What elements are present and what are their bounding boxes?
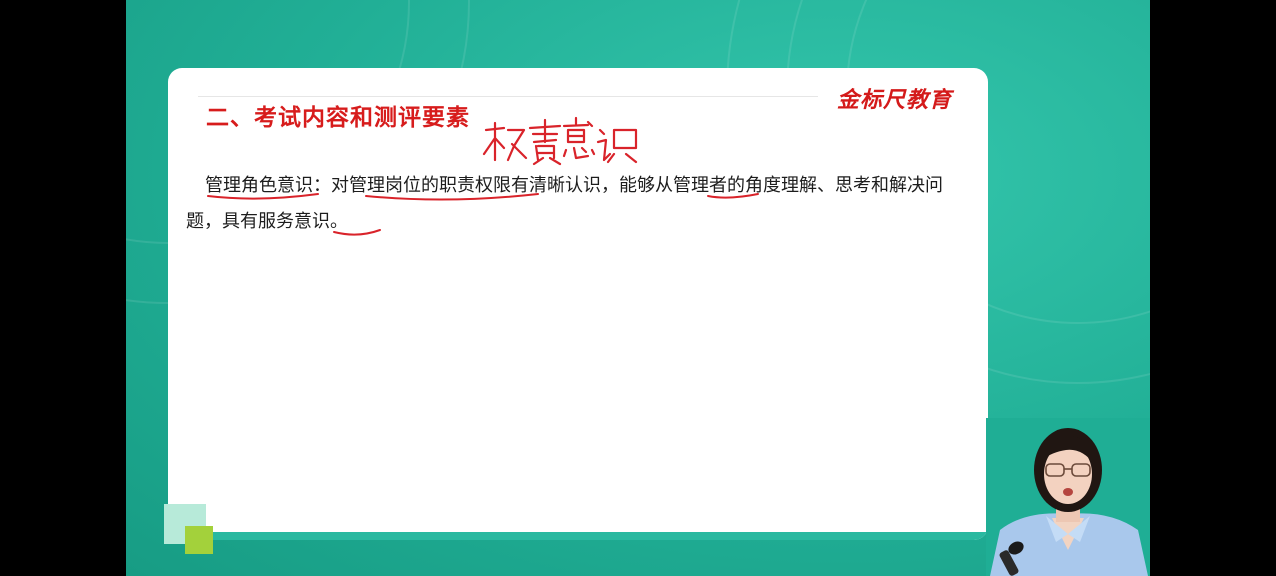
- title-divider: [198, 96, 818, 97]
- slide-card: 二、考试内容和测评要素 金标尺教育 管理角色意识：对管理岗位的职责权限有清晰认识…: [168, 68, 988, 540]
- brand-logo: 金标尺教育: [836, 88, 952, 113]
- slide-body-text: 管理角色意识：对管理岗位的职责权限有清晰认识，能够从管理者的角度理解、思考和解决…: [186, 175, 943, 232]
- presenter-video: [986, 418, 1150, 576]
- slide-title: 二、考试内容和测评要素: [206, 105, 470, 131]
- video-frame: 二、考试内容和测评要素 金标尺教育 管理角色意识：对管理岗位的职责权限有清晰认识…: [0, 0, 1276, 576]
- green-square: [185, 526, 213, 554]
- slide-bottom-bar: [168, 532, 988, 540]
